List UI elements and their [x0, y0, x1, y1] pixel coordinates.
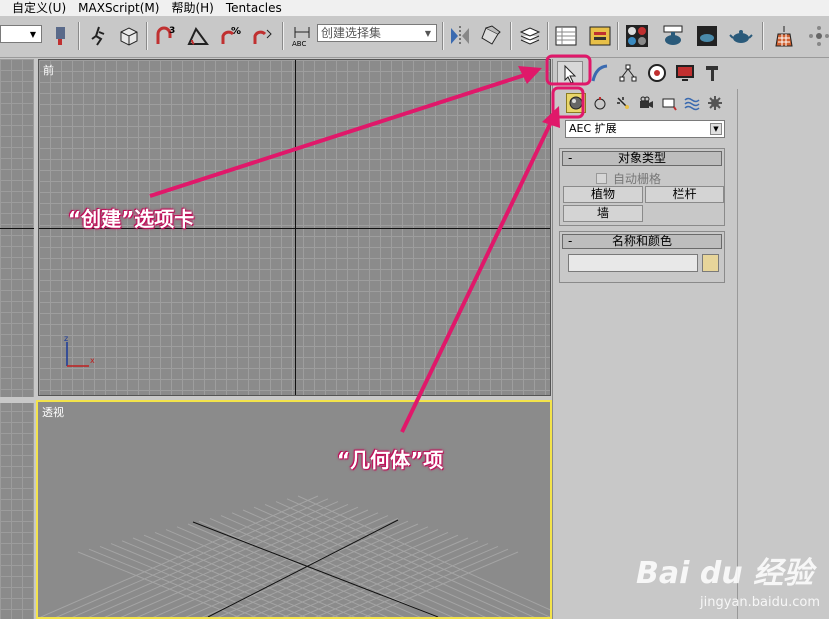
- baidu-watermark: Bai du 经验 jingyan.baidu.com: [620, 540, 820, 615]
- chevron-down-icon: ▼: [29, 30, 37, 39]
- material-editor-icon[interactable]: [624, 22, 650, 50]
- create-subcategory-icons: [553, 89, 733, 117]
- autogrid-checkbox[interactable]: [596, 173, 607, 184]
- curve-editor-icon[interactable]: [553, 22, 579, 50]
- category-dropdown[interactable]: AEC 扩展 ▼: [565, 120, 725, 138]
- spinner-snap-icon[interactable]: [250, 22, 276, 50]
- lights-icon[interactable]: [613, 93, 633, 113]
- hierarchy-icon: [619, 64, 637, 82]
- percent-snap-icon[interactable]: %: [218, 22, 244, 50]
- chevron-down-icon: ▼: [424, 28, 432, 38]
- menu-bar: 自定义(U) MAXScript(M) 帮助(H) Tentacles: [0, 0, 829, 16]
- autogrid-option: 自动栅格: [596, 170, 661, 187]
- wall-button[interactable]: 墙: [563, 205, 643, 222]
- schematic-icon[interactable]: [587, 22, 613, 50]
- motion-tab[interactable]: [644, 61, 670, 85]
- axis-vertical: [295, 60, 296, 395]
- cameras-icon[interactable]: [636, 93, 656, 113]
- snap-3-icon[interactable]: 3: [153, 22, 179, 50]
- command-panel: AEC 扩展 ▼ - 对象类型 自动栅格 植物 栏杆 墙 - 名称和颜色: [552, 59, 829, 619]
- selection-set-text: 创建选择集: [321, 26, 382, 40]
- abc-edit-icon[interactable]: ABC: [289, 22, 315, 50]
- flake-icon[interactable]: [806, 22, 829, 50]
- left-viewport-strip[interactable]: [0, 59, 34, 619]
- shapes-icon[interactable]: [590, 93, 610, 113]
- cursor-icon: [564, 64, 577, 84]
- angle-snap-icon[interactable]: [185, 22, 211, 50]
- walk-icon[interactable]: [86, 22, 112, 50]
- spacewarps-icon[interactable]: [682, 93, 702, 113]
- gizmo-z-label: z: [64, 334, 68, 343]
- menu-maxscript[interactable]: MAXScript(M): [72, 0, 165, 16]
- svg-text:ABC: ABC: [292, 40, 306, 48]
- align-icon[interactable]: [479, 22, 505, 50]
- name-color-title: 名称和颜色: [611, 234, 672, 248]
- modify-tab[interactable]: [587, 61, 613, 85]
- name-color-rollout: - 名称和颜色: [559, 231, 725, 283]
- svg-text:3: 3: [169, 26, 175, 36]
- cube-icon[interactable]: [116, 22, 142, 50]
- create-tab-callout: “创建”选项卡: [68, 207, 195, 231]
- menu-help[interactable]: 帮助(H): [165, 0, 219, 16]
- watermark-url: jingyan.baidu.com: [700, 595, 820, 610]
- pin-icon[interactable]: [48, 22, 74, 50]
- selection-set-dropdown[interactable]: 创建选择集 ▼: [317, 24, 437, 42]
- layers-icon[interactable]: [517, 22, 543, 50]
- snow-icon[interactable]: [771, 22, 797, 50]
- object-name-input[interactable]: [568, 254, 698, 272]
- render-setup-icon[interactable]: [660, 22, 686, 50]
- collapse-icon: -: [568, 151, 573, 165]
- systems-icon[interactable]: [705, 93, 725, 113]
- main-toolbar: ▼ 3 % ABC 创建选择集 ▼: [0, 16, 829, 58]
- render-frame-icon[interactable]: [694, 22, 720, 50]
- gizmo-x-label: x: [90, 356, 95, 365]
- axis-gizmo-icon: z x: [64, 334, 95, 367]
- perspective-grid: [39, 495, 550, 617]
- svg-text:%: %: [231, 26, 241, 37]
- reference-coord-dropdown[interactable]: ▼: [0, 25, 42, 43]
- watermark-logo: Bai du 经验: [636, 556, 814, 591]
- object-color-swatch[interactable]: [702, 254, 719, 272]
- geometry-callout: “几何体”项: [337, 448, 444, 472]
- menu-tentacles[interactable]: Tentacles: [220, 0, 288, 16]
- foliage-button[interactable]: 植物: [563, 186, 643, 203]
- object-type-title: 对象类型: [617, 151, 666, 165]
- display-tab[interactable]: [672, 61, 698, 85]
- object-type-rollout: - 对象类型 自动栅格 植物 栏杆 墙: [559, 148, 725, 226]
- chevron-down-icon: ▼: [710, 123, 722, 135]
- mirror-icon[interactable]: [447, 22, 473, 50]
- teapot-render-icon[interactable]: [728, 22, 754, 50]
- category-value: AEC 扩展: [569, 122, 617, 135]
- railing-button[interactable]: 栏杆: [645, 186, 724, 203]
- display-icon: [676, 65, 694, 81]
- name-color-header[interactable]: - 名称和颜色: [562, 234, 722, 249]
- geometry-icon[interactable]: [566, 93, 586, 113]
- viewport-label-front[interactable]: 前: [43, 62, 54, 78]
- motion-icon: [648, 64, 666, 82]
- autogrid-label: 自动栅格: [613, 172, 662, 186]
- bend-icon: [591, 64, 608, 82]
- create-tab[interactable]: [557, 61, 583, 85]
- command-panel-tabs: [553, 59, 829, 87]
- menu-customize[interactable]: 自定义(U): [0, 0, 72, 16]
- hierarchy-tab[interactable]: [615, 61, 641, 85]
- utilities-tab[interactable]: [700, 61, 726, 85]
- object-type-header[interactable]: - 对象类型: [562, 151, 722, 166]
- collapse-icon: -: [568, 234, 573, 248]
- helpers-icon[interactable]: [659, 93, 679, 113]
- perspective-viewport[interactable]: 透视: [36, 400, 552, 619]
- hammer-icon: [706, 66, 718, 81]
